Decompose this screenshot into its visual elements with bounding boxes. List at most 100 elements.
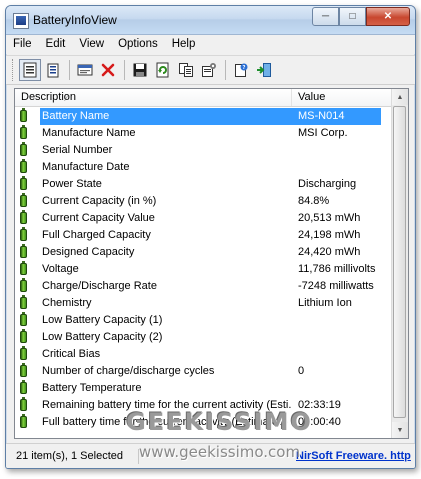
list-row[interactable]: Serial Number — [15, 142, 392, 159]
about-button[interactable]: ? — [230, 59, 252, 81]
row-value: -7248 milliwatts — [298, 280, 374, 292]
list-row[interactable]: Battery Name MS-N014 — [15, 108, 392, 125]
battery-icon — [20, 278, 27, 292]
window-controls: ─ □ ✕ — [312, 7, 410, 26]
refresh-button[interactable] — [152, 59, 174, 81]
watermark-url: www.geekissimo.com — [138, 443, 301, 461]
row-description: Low Battery Capacity (1) — [42, 314, 163, 326]
toolbar-separator — [124, 60, 125, 80]
battery-icon — [20, 227, 27, 241]
menu-file[interactable]: File — [6, 35, 39, 54]
battery-icon — [20, 397, 27, 411]
battery-icon — [20, 125, 27, 139]
list-row[interactable]: Voltage 11,786 millivolts — [15, 261, 392, 278]
row-description: Manufacture Date — [42, 161, 130, 173]
menu-help[interactable]: Help — [165, 35, 203, 54]
list-row[interactable]: Charge/Discharge Rate -7248 milliwatts — [15, 278, 392, 295]
menu-edit[interactable]: Edit — [39, 35, 73, 54]
app-window: BatteryInfoView ─ □ ✕ File Edit View Opt… — [5, 5, 416, 469]
app-icon — [13, 13, 29, 29]
battery-icon — [20, 295, 27, 309]
row-description: Serial Number — [42, 144, 113, 156]
row-description: Full Charged Capacity — [42, 229, 151, 241]
about-icon: ? — [235, 63, 248, 77]
list-row[interactable]: Number of charge/discharge cycles 0 — [15, 363, 392, 380]
battery-list-button[interactable] — [42, 59, 64, 81]
save-button[interactable] — [129, 59, 151, 81]
battery-icon — [20, 244, 27, 258]
toolbar-grip[interactable] — [12, 59, 16, 81]
save-icon — [133, 63, 147, 77]
row-value: 24,420 mWh — [298, 246, 361, 258]
list-row[interactable]: Manufacture Name MSI Corp. — [15, 125, 392, 142]
advanced-options-icon — [202, 63, 216, 77]
row-description: Power State — [42, 178, 102, 190]
row-description: Low Battery Capacity (2) — [42, 331, 163, 343]
row-value: MS-N014 — [292, 108, 381, 125]
list-row[interactable]: Chemistry Lithium Ion — [15, 295, 392, 312]
close-button[interactable]: ✕ — [366, 7, 410, 26]
list-row[interactable]: Current Capacity Value 20,513 mWh — [15, 210, 392, 227]
menu-bar: File Edit View Options Help — [6, 35, 415, 54]
exit-button[interactable] — [253, 59, 275, 81]
battery-icon — [20, 414, 27, 428]
list-row[interactable]: Manufacture Date — [15, 159, 392, 176]
list-header: Description ⁄ Value — [15, 89, 392, 107]
battery-icon — [20, 193, 27, 207]
refresh-icon — [156, 62, 169, 78]
toolbar-separator — [225, 60, 226, 80]
scroll-down-arrow[interactable]: ▼ — [392, 422, 408, 438]
minimize-button[interactable]: ─ — [312, 7, 339, 26]
battery-icon — [20, 142, 27, 156]
row-value: MSI Corp. — [298, 127, 348, 139]
list-row[interactable]: Power State Discharging — [15, 176, 392, 193]
list-row[interactable]: Current Capacity (in %) 84.8% — [15, 193, 392, 210]
battery-icon — [20, 176, 27, 190]
menu-view[interactable]: View — [72, 35, 111, 54]
list-row[interactable]: Full Charged Capacity 24,198 mWh — [15, 227, 392, 244]
menu-options[interactable]: Options — [111, 35, 165, 54]
html-report-icon — [77, 64, 93, 76]
watermark: GEEKISSIMO www.geekissimo.com — [112, 408, 327, 472]
battery-icon — [20, 108, 27, 122]
copy-button[interactable] — [175, 59, 197, 81]
row-value: Lithium Ion — [298, 297, 352, 309]
row-description: Designed Capacity — [42, 246, 135, 258]
list-row[interactable]: Designed Capacity 24,420 mWh — [15, 244, 392, 261]
row-description: Voltage — [42, 263, 79, 275]
scroll-up-arrow[interactable]: ▲ — [392, 89, 408, 105]
battery-info-list[interactable]: Description ⁄ Value Battery Name MS-N014 M… — [14, 88, 409, 439]
column-header-value[interactable]: Value — [292, 89, 392, 106]
row-description: Number of charge/discharge cycles — [42, 365, 215, 377]
html-report-button[interactable] — [74, 59, 96, 81]
vertical-scrollbar[interactable]: ▲ ▼ — [391, 89, 408, 438]
row-description: Current Capacity (in %) — [42, 195, 157, 207]
scroll-thumb[interactable] — [393, 106, 406, 418]
properties-button[interactable] — [19, 59, 41, 81]
row-value: 20,513 mWh — [298, 212, 361, 224]
row-description: Chemistry — [42, 297, 92, 309]
row-value: 24,198 mWh — [298, 229, 361, 241]
title-bar[interactable]: BatteryInfoView ─ □ ✕ — [6, 6, 415, 35]
toolbar: ? — [6, 55, 415, 85]
list-row[interactable]: Critical Bias — [15, 346, 392, 363]
battery-icon — [20, 312, 27, 326]
delete-icon — [101, 63, 115, 77]
row-description: Battery Name — [40, 108, 292, 125]
list-row[interactable]: Low Battery Capacity (2) — [15, 329, 392, 346]
sort-indicator-icon: ⁄ — [66, 93, 68, 103]
row-value: Discharging — [298, 178, 357, 190]
delete-button[interactable] — [97, 59, 119, 81]
row-value: 0 — [298, 365, 305, 377]
battery-icon — [20, 363, 27, 377]
row-description: Charge/Discharge Rate — [42, 280, 157, 292]
list-row[interactable]: Battery Temperature — [15, 380, 392, 397]
properties-icon — [23, 62, 37, 78]
list-row[interactable]: Low Battery Capacity (1) — [15, 312, 392, 329]
column-header-description[interactable]: Description ⁄ — [15, 89, 292, 106]
advanced-options-button[interactable] — [198, 59, 220, 81]
maximize-button[interactable]: □ — [339, 7, 366, 26]
row-description: Critical Bias — [42, 348, 101, 360]
battery-icon — [20, 380, 27, 394]
battery-icon — [20, 261, 27, 275]
